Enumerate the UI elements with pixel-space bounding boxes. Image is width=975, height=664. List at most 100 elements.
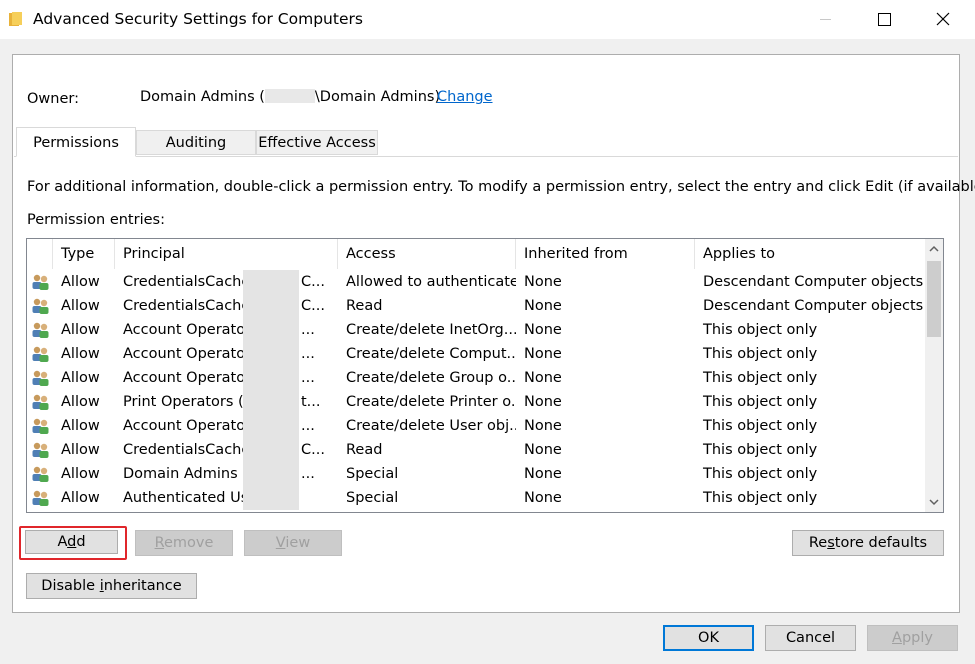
restore-defaults-button[interactable]: Restore defaults: [792, 530, 944, 556]
minimize-button[interactable]: [797, 0, 855, 39]
cell-principal: Authenticated Users: [115, 486, 338, 510]
tab-effective-access[interactable]: Effective Access: [256, 130, 378, 155]
cell-inherited-from: None: [524, 490, 562, 506]
cell-access: Create/delete Printer o...: [346, 394, 516, 410]
tab-permissions[interactable]: Permissions: [16, 127, 136, 157]
tab-auditing[interactable]: Auditing: [136, 130, 256, 155]
user-group-icon: [32, 418, 49, 434]
table-row[interactable]: Allow Account Operato... Create/delete Ine…: [27, 318, 924, 342]
restore-label-post: tore defaults: [834, 535, 928, 551]
cell-principal: Print Operators (D t...: [115, 390, 338, 414]
table-row[interactable]: Allow Account Operato... Create/delete Com…: [27, 342, 924, 366]
minimize-icon: [820, 19, 831, 20]
cell-principal: Account Operato...: [115, 414, 338, 438]
column-header-icon[interactable]: [27, 239, 53, 269]
principal-name: CredentialsCache: [123, 274, 251, 290]
cell-type: Allow: [61, 418, 100, 434]
cell-applies-to: This object only: [703, 418, 818, 434]
vertical-scrollbar[interactable]: [925, 239, 943, 512]
table-row[interactable]: Allow Authenticated Users Special None This …: [27, 486, 924, 510]
redacted-area: [243, 294, 299, 318]
cell-principal: CredentialsCache C...: [115, 294, 338, 318]
maximize-button[interactable]: [855, 0, 913, 39]
cell-access: Create/delete Comput...: [346, 346, 516, 362]
remove-label-key: R: [154, 535, 164, 551]
cancel-button[interactable]: Cancel: [765, 625, 856, 651]
cell-applies-to: This object only: [703, 442, 818, 458]
column-header-type[interactable]: Type: [53, 239, 115, 269]
owner-label: Owner:: [27, 91, 79, 107]
table-row[interactable]: Allow CredentialsCache C... Allowed to auth…: [27, 270, 924, 294]
table-row[interactable]: Allow Account Operato... Create/delete Use…: [27, 414, 924, 438]
table-row[interactable]: Allow CredentialsCache C... Read None This ob…: [27, 438, 924, 462]
chevron-up-icon[interactable]: [925, 239, 943, 259]
redacted-area: [243, 414, 299, 438]
cell-applies-to: This object only: [703, 322, 818, 338]
owner-name-prefix: Domain Admins (: [140, 89, 265, 105]
redacted-area: [264, 89, 315, 103]
user-group-icon: [32, 442, 49, 458]
table-row[interactable]: Allow Print Operators (D t... Create/delete…: [27, 390, 924, 414]
apply-button[interactable]: Apply: [867, 625, 958, 651]
restore-label-key: s: [827, 535, 835, 551]
principal-tail: ...: [301, 322, 315, 338]
principal-name: Print Operators (D: [123, 394, 255, 410]
principal-tail: t...: [301, 394, 321, 410]
view-button[interactable]: View: [244, 530, 342, 556]
principal-name: CredentialsCache: [123, 442, 251, 458]
redacted-area: [243, 366, 299, 390]
column-header-applies-to[interactable]: Applies to: [695, 239, 924, 269]
table-row[interactable]: Allow Account Operato... Create/delete Gro…: [27, 366, 924, 390]
cell-inherited-from: None: [524, 346, 562, 362]
user-group-icon: [32, 322, 49, 338]
cell-access: Read: [346, 442, 383, 458]
table-row[interactable]: Allow Domain Admins (... Special None This o…: [27, 462, 924, 486]
cell-type: Allow: [61, 274, 100, 290]
maximize-icon: [878, 13, 891, 26]
scrollbar-thumb[interactable]: [927, 261, 941, 337]
close-button[interactable]: [913, 0, 971, 39]
add-label-key: d: [67, 534, 77, 550]
add-label-post: d: [76, 534, 86, 550]
permission-entries-label: Permission entries:: [27, 212, 165, 228]
redacted-area: [243, 270, 299, 294]
cell-principal: CredentialsCache C...: [115, 438, 338, 462]
remove-button[interactable]: Remove: [135, 530, 233, 556]
cell-applies-to: This object only: [703, 394, 818, 410]
chevron-down-icon[interactable]: [925, 492, 943, 512]
user-group-icon: [32, 346, 49, 362]
permissions-tab-content: For additional information, double-click…: [14, 156, 975, 612]
redacted-area: [243, 438, 299, 462]
title-bar: Advanced Security Settings for Computers: [0, 0, 975, 39]
redacted-area: [243, 390, 299, 414]
add-button[interactable]: Add: [25, 530, 118, 554]
principal-name: Account Operato: [123, 346, 246, 362]
principal-tail: C...: [301, 274, 325, 290]
apply-label-key: A: [892, 630, 902, 646]
user-group-icon: [32, 394, 49, 410]
principal-tail: ...: [301, 346, 315, 362]
principal-tail: C...: [301, 442, 325, 458]
window-title: Advanced Security Settings for Computers: [33, 10, 363, 28]
column-header-access[interactable]: Access: [338, 239, 516, 269]
table-row[interactable]: Allow CredentialsCache C... Read None Descend…: [27, 294, 924, 318]
cell-applies-to: This object only: [703, 370, 818, 386]
cell-applies-to: Descendant Computer objects: [703, 298, 924, 314]
user-group-icon: [32, 298, 49, 314]
change-owner-link[interactable]: Change: [437, 89, 493, 105]
cell-type: Allow: [61, 370, 100, 386]
column-header-principal[interactable]: Principal: [115, 239, 338, 269]
principal-name: Account Operato: [123, 370, 246, 386]
user-group-icon: [32, 466, 49, 482]
cell-type: Allow: [61, 322, 100, 338]
column-header-inherited-from[interactable]: Inherited from: [516, 239, 695, 269]
cell-type: Allow: [61, 298, 100, 314]
info-text: For additional information, double-click…: [27, 179, 975, 195]
cell-principal: CredentialsCache C...: [115, 270, 338, 294]
principal-tail: ...: [301, 370, 315, 386]
cell-access: Create/delete User obj...: [346, 418, 516, 434]
ok-button[interactable]: OK: [663, 625, 754, 651]
permission-entries-list[interactable]: Type Principal Access Inherited from App…: [26, 238, 944, 513]
cell-inherited-from: None: [524, 370, 562, 386]
disable-inheritance-button[interactable]: Disable inheritance: [26, 573, 197, 599]
